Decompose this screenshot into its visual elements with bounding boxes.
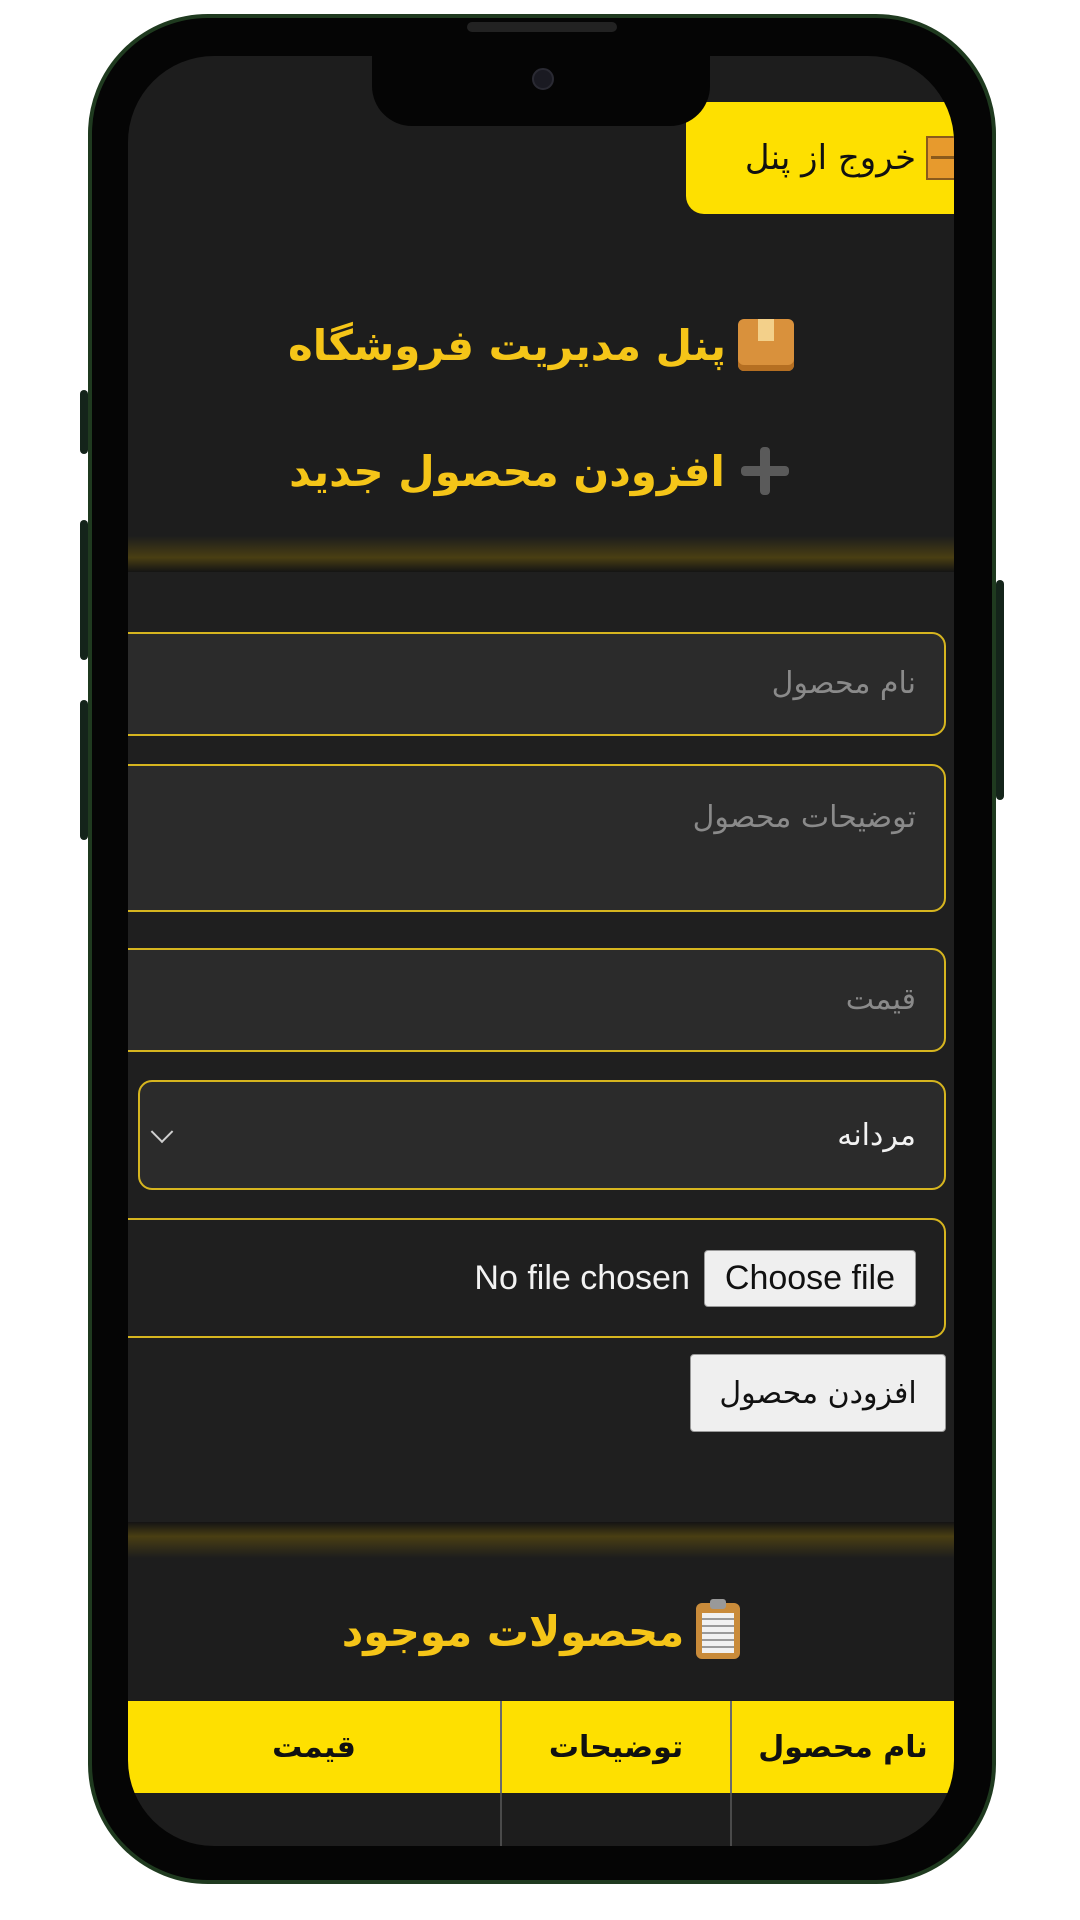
table-row <box>128 1793 954 1846</box>
table-cell-price <box>128 1793 500 1846</box>
plus-icon <box>737 443 793 499</box>
section-divider-bottom <box>128 1522 954 1558</box>
panel-title-text: پنل مدیریت فروشگاه <box>287 320 727 370</box>
products-heading: محصولات موجود <box>128 1596 954 1666</box>
column-header-name: نام محصول <box>730 1701 954 1793</box>
phone-side-button-volume-up <box>80 520 88 660</box>
panel-title: پنل مدیریت فروشگاه <box>128 310 954 380</box>
phone-side-button-mute <box>80 390 88 454</box>
front-camera <box>532 68 554 90</box>
product-name-placeholder: نام محصول <box>771 666 916 701</box>
add-product-heading: افزودن محصول جدید <box>128 436 954 506</box>
choose-file-button[interactable]: Choose file <box>703 1249 916 1307</box>
products-heading-text: محصولات موجود <box>341 1606 685 1656</box>
add-product-button[interactable]: افزودن محصول <box>690 1354 946 1432</box>
add-product-heading-text: افزودن محصول جدید <box>289 446 725 496</box>
product-name-input[interactable]: نام محصول <box>128 632 946 736</box>
products-table-header: نام محصول توضیحات قیمت <box>128 1701 954 1793</box>
category-selected-value: مردانه <box>837 1117 916 1153</box>
file-status-text: No file chosen <box>474 1258 690 1297</box>
price-placeholder: قیمت <box>845 982 916 1017</box>
logout-button[interactable]: خروج از پنل <box>686 102 954 214</box>
table-cell-name <box>730 1793 954 1846</box>
add-product-button-label: افزودن محصول <box>719 1375 917 1411</box>
section-divider-top <box>128 536 954 572</box>
category-select[interactable]: مردانه <box>138 1080 946 1190</box>
notch <box>372 56 710 126</box>
table-cell-description <box>500 1793 730 1846</box>
logout-label: خروج از پنل <box>744 138 916 178</box>
product-description-textarea[interactable]: توضیحات محصول <box>128 764 946 912</box>
chevron-down-icon <box>150 1120 174 1144</box>
product-image-file-input[interactable]: Choose file No file chosen <box>128 1218 946 1338</box>
product-description-placeholder: توضیحات محصول <box>692 800 916 835</box>
phone-speaker <box>467 22 617 32</box>
column-header-price: قیمت <box>272 1729 356 1765</box>
phone-side-button-power <box>996 580 1004 800</box>
clipboard-icon <box>696 1599 741 1659</box>
phone-side-button-volume-down <box>80 700 88 840</box>
column-header-description: توضیحات <box>500 1701 730 1793</box>
package-icon <box>738 319 795 371</box>
screen: خروج از پنل پنل مدیریت فروشگاه افزودن مح… <box>128 56 954 1846</box>
door-icon <box>926 136 954 180</box>
price-input[interactable]: قیمت <box>128 948 946 1052</box>
